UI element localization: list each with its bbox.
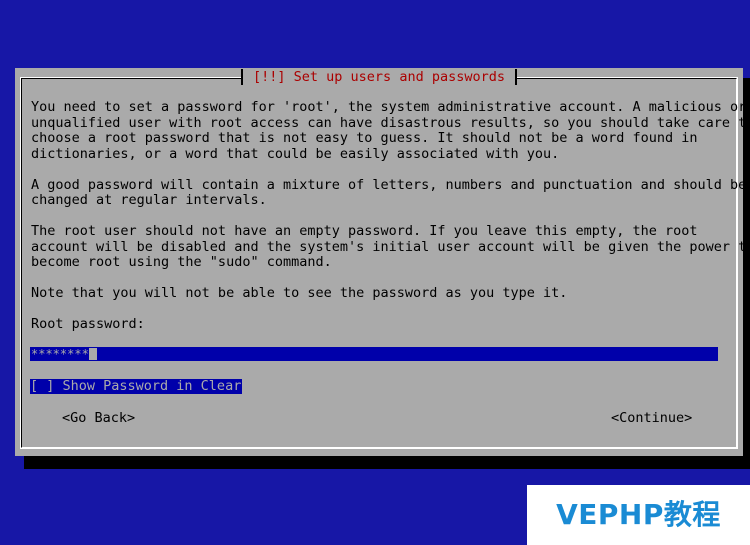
body-line: dictionaries, or a word that could be ea… [31,145,560,162]
go-back-button[interactable]: <Go Back> [62,410,135,426]
body-line: The root user should not have an empty p… [31,223,698,239]
body-line: choose a root password that is not easy … [31,130,698,146]
show-password-checkbox[interactable]: [ ] Show Password in Clear [30,379,243,394]
body-line: account will be disabled and the system'… [31,238,750,255]
dialog-title-text: [!!] Set up users and passwords [241,69,517,85]
root-password-input[interactable]: ******** [30,347,718,361]
body-line: Note that you will not be able to see th… [31,285,568,301]
root-password-label: Root password: [31,316,145,332]
body-line: You need to set a password for 'root', t… [31,99,747,115]
watermark-logo: VEPHP教程 [527,485,750,545]
body-line: A good password will contain a mixture o… [31,176,747,193]
body-line: changed at regular intervals. [31,192,267,208]
dialog-title: [!!] Set up users and passwords [15,69,743,85]
dialog-body: You need to set a password for 'root', t… [31,99,750,333]
continue-button[interactable]: <Continue> [611,410,692,426]
body-line: unqualified user with root access can ha… [31,114,750,131]
text-cursor [88,348,97,360]
password-mask: ******** [31,347,89,361]
body-line: become root using the "sudo" command. [31,254,332,270]
